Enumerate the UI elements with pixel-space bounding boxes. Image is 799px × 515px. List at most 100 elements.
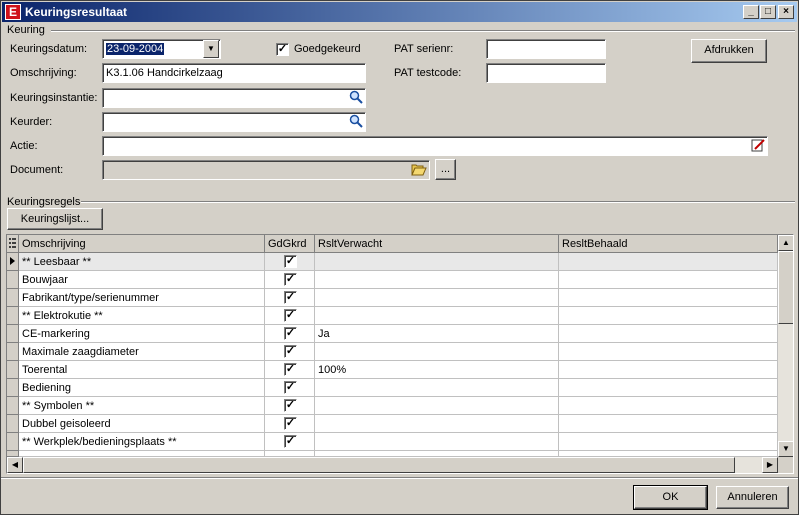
table-row-resltbehaald[interactable] (559, 271, 778, 289)
gdgkrd-checkbox[interactable]: ✓ (284, 309, 297, 322)
table-row-rsltverwacht[interactable] (315, 397, 559, 415)
ok-button[interactable]: OK (633, 485, 708, 510)
title-bar[interactable]: E Keuringsresultaat _ □ × (2, 2, 797, 22)
gdgkrd-checkbox[interactable]: ✓ (284, 399, 297, 412)
table-row-resltbehaald[interactable] (559, 415, 778, 433)
table-row-resltbehaald[interactable] (559, 361, 778, 379)
goedgekeurd-checkbox[interactable]: ✓ (276, 43, 289, 56)
close-button[interactable]: × (778, 5, 794, 19)
row-indicator[interactable] (7, 307, 19, 325)
search-icon[interactable] (348, 114, 364, 130)
row-indicator[interactable] (7, 289, 19, 307)
table-row-omschrijving[interactable]: Dubbel geisoleerd (19, 415, 265, 433)
table-row-resltbehaald[interactable] (559, 433, 778, 451)
row-indicator[interactable] (7, 271, 19, 289)
table-row-rsltverwacht[interactable] (315, 289, 559, 307)
table-row-omschrijving[interactable]: Fabrikant/type/serienummer (19, 289, 265, 307)
row-indicator[interactable] (7, 361, 19, 379)
search-icon[interactable] (348, 90, 364, 106)
table-row-rsltverwacht[interactable]: 100% (315, 361, 559, 379)
row-indicator[interactable] (7, 433, 19, 451)
table-row-rsltverwacht[interactable] (315, 433, 559, 451)
table-row-resltbehaald[interactable] (559, 253, 778, 271)
gdgkrd-checkbox[interactable]: ✓ (284, 381, 297, 394)
scroll-down-icon[interactable]: ▼ (778, 441, 793, 457)
scroll-up-icon[interactable]: ▲ (778, 235, 793, 251)
folder-open-icon[interactable] (411, 162, 427, 178)
keuringslijst-button[interactable]: Keuringslijst... (7, 208, 103, 230)
pat-serienr-field[interactable] (486, 39, 606, 59)
row-indicator[interactable] (7, 415, 19, 433)
table-row-omschrijving[interactable]: ** Elektrokutie ** (19, 307, 265, 325)
table-row-omschrijving[interactable]: ** Symbolen ** (19, 397, 265, 415)
horizontal-scrollbar[interactable]: ◀ ▶ (7, 457, 778, 473)
table-row-gdgkrd[interactable]: ✓ (265, 325, 315, 343)
table-row-gdgkrd[interactable]: ✓ (265, 433, 315, 451)
table-row-rsltverwacht[interactable] (315, 379, 559, 397)
gdgkrd-checkbox[interactable]: ✓ (284, 345, 297, 358)
gdgkrd-checkbox[interactable]: ✓ (284, 291, 297, 304)
table-row-gdgkrd[interactable]: ✓ (265, 379, 315, 397)
scroll-left-icon[interactable]: ◀ (7, 457, 23, 473)
gdgkrd-checkbox[interactable]: ✓ (284, 327, 297, 340)
browse-button[interactable]: ... (435, 159, 456, 180)
table-row-rsltverwacht[interactable]: Ja (315, 325, 559, 343)
minimize-button[interactable]: _ (743, 5, 759, 19)
table-row-gdgkrd[interactable]: ✓ (265, 253, 315, 271)
table-row-gdgkrd[interactable]: ✓ (265, 289, 315, 307)
afdrukken-button[interactable]: Afdrukken (691, 39, 767, 63)
table-row-gdgkrd[interactable]: ✓ (265, 415, 315, 433)
vertical-scrollbar[interactable]: ▲ ▼ (778, 235, 793, 457)
table-row-omschrijving[interactable]: CE-markering (19, 325, 265, 343)
table-row-omschrijving[interactable]: ** Werkplek/bedieningsplaats ** (19, 433, 265, 451)
gdgkrd-checkbox[interactable]: ✓ (284, 417, 297, 430)
scroll-right-icon[interactable]: ▶ (762, 457, 778, 473)
column-header-omschrijving[interactable]: Omschrijving (19, 235, 265, 253)
gdgkrd-checkbox[interactable]: ✓ (284, 273, 297, 286)
gdgkrd-checkbox[interactable]: ✓ (284, 435, 297, 448)
pat-testcode-field[interactable] (486, 63, 606, 83)
table-row-resltbehaald[interactable] (559, 307, 778, 325)
table-row-resltbehaald[interactable] (559, 397, 778, 415)
chevron-down-icon[interactable]: ▼ (203, 40, 219, 58)
table-row-rsltverwacht[interactable] (315, 343, 559, 361)
row-indicator[interactable] (7, 253, 19, 271)
row-indicator[interactable] (7, 325, 19, 343)
gdgkrd-checkbox[interactable]: ✓ (284, 255, 297, 268)
table-row-resltbehaald[interactable] (559, 289, 778, 307)
grid-corner[interactable] (7, 235, 19, 253)
table-row-omschrijving[interactable]: Maximale zaagdiameter (19, 343, 265, 361)
gdgkrd-checkbox[interactable]: ✓ (284, 363, 297, 376)
table-row-rsltverwacht[interactable] (315, 253, 559, 271)
table-row-gdgkrd[interactable]: ✓ (265, 271, 315, 289)
table-row-rsltverwacht[interactable] (315, 415, 559, 433)
table-row-gdgkrd[interactable]: ✓ (265, 397, 315, 415)
table-row-resltbehaald[interactable] (559, 379, 778, 397)
table-row-rsltverwacht[interactable] (315, 271, 559, 289)
keurder-field[interactable] (102, 112, 366, 132)
column-header-resltbehaald[interactable]: ResltBehaald (559, 235, 778, 253)
keuringsinstantie-field[interactable] (102, 88, 366, 108)
annuleren-button[interactable]: Annuleren (716, 486, 789, 509)
table-row-gdgkrd[interactable]: ✓ (265, 307, 315, 325)
document-field[interactable] (102, 160, 430, 180)
maximize-button[interactable]: □ (760, 5, 776, 19)
row-indicator[interactable] (7, 397, 19, 415)
keuringsregels-grid[interactable]: Omschrijving GdGkrd RsltVerwacht ResltBe… (6, 234, 794, 474)
table-row-resltbehaald[interactable] (559, 325, 778, 343)
table-row-gdgkrd[interactable]: ✓ (265, 343, 315, 361)
row-indicator[interactable] (7, 343, 19, 361)
table-row-omschrijving[interactable]: Bediening (19, 379, 265, 397)
table-row-gdgkrd[interactable]: ✓ (265, 361, 315, 379)
column-header-gdgkrd[interactable]: GdGkrd (265, 235, 315, 253)
edit-icon[interactable] (750, 138, 766, 154)
horizontal-scroll-thumb[interactable] (23, 457, 735, 473)
table-row-omschrijving[interactable]: ** Leesbaar ** (19, 253, 265, 271)
row-indicator[interactable] (7, 379, 19, 397)
table-row-resltbehaald[interactable] (559, 343, 778, 361)
table-row-omschrijving[interactable]: Bouwjaar (19, 271, 265, 289)
vertical-scroll-thumb[interactable] (778, 251, 793, 324)
actie-field[interactable] (102, 136, 768, 156)
table-row-rsltverwacht[interactable] (315, 307, 559, 325)
table-row-omschrijving[interactable]: Toerental (19, 361, 265, 379)
